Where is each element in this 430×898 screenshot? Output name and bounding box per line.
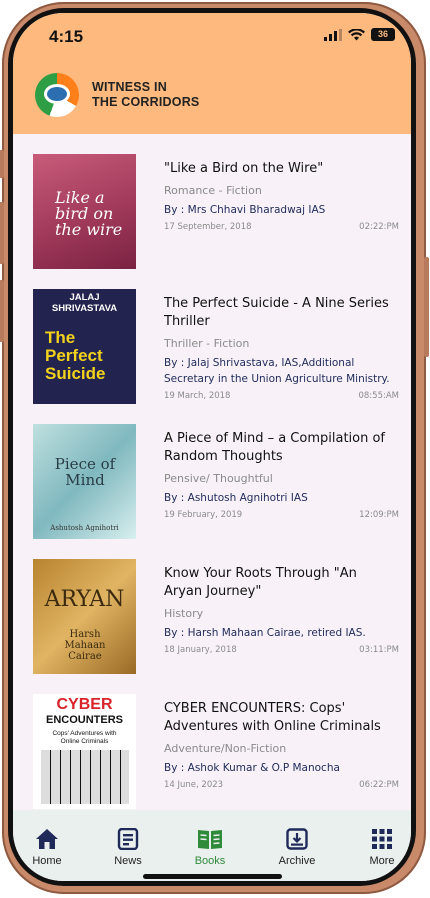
app-brand: WITNESS IN THE CORRIDORS [92, 80, 199, 110]
book-title[interactable]: Know Your Roots Through "An Aryan Journe… [164, 565, 399, 601]
cover-author: Ashutosh Agnihotri [50, 524, 119, 532]
status-icons: 36 [324, 28, 395, 41]
cover-title: Piece of Mind [54, 455, 116, 489]
book-info: A Piece of Mind – a Compilation of Rando… [164, 430, 399, 520]
cover-title: CYBER [56, 696, 113, 713]
bottom-nav: Home News Books Archive More [13, 810, 411, 881]
home-icon [36, 829, 58, 849]
archive-icon [286, 828, 308, 850]
nav-label: More [369, 855, 395, 867]
book-title[interactable]: CYBER ENCOUNTERS: Cops' Adventures with … [164, 700, 399, 736]
book-author: By : Ashok Kumar & O.P Manocha [164, 762, 340, 774]
list-item[interactable]: CYBER ENCOUNTERS Cops' Adventures with O… [13, 674, 411, 809]
nav-home[interactable]: Home [17, 828, 77, 867]
nav-more[interactable]: More [352, 828, 411, 867]
book-info: "Like a Bird on the Wire" Romance - Fict… [164, 160, 399, 232]
brand-line-2: THE CORRIDORS [92, 95, 200, 109]
book-title[interactable]: The Perfect Suicide - A Nine Series Thri… [164, 295, 399, 331]
book-author: By : Harsh Mahaan Cairae, retired IAS. [164, 627, 366, 639]
book-cover[interactable]: ARYAN Harsh Mahaan Cairae [33, 559, 136, 674]
app-header: 4:15 36 WITNESS IN THE CORRIDORS [13, 13, 411, 134]
app-logo[interactable] [35, 73, 79, 117]
book-genre: Adventure/Non-Fiction [164, 742, 287, 755]
book-list: Like a bird on the wire "Like a Bird on … [13, 134, 411, 810]
book-meta: 18 January, 2018 03:11:PM [164, 645, 399, 655]
nav-archive[interactable]: Archive [267, 828, 327, 867]
book-info: Know Your Roots Through "An Aryan Journe… [164, 565, 399, 655]
cover-title: The Perfect Suicide [45, 328, 106, 383]
book-cover[interactable]: JALAJ SHRIVASTAVA The Perfect Suicide [33, 289, 136, 404]
nav-label: Books [194, 855, 226, 867]
power-button [424, 257, 429, 357]
cover-keyboard-art [41, 750, 129, 804]
list-item[interactable]: Piece of Mind Ashutosh Agnihotri A Piece… [13, 404, 411, 539]
list-item[interactable]: ARYAN Harsh Mahaan Cairae Know Your Root… [13, 539, 411, 674]
nav-books[interactable]: Books [180, 828, 240, 867]
book-meta: 17 September, 2018 02:22:PM [164, 222, 399, 232]
book-author: By : Jalaj Shrivastava, IAS,Additional S… [164, 357, 390, 385]
book-genre: History [164, 607, 204, 620]
cover-title: Like a bird on the wire [55, 188, 123, 239]
book-icon [198, 830, 222, 849]
book-title[interactable]: "Like a Bird on the Wire" [164, 160, 399, 178]
brand-line-1: WITNESS IN [92, 80, 167, 94]
volume-up-button [0, 202, 4, 264]
book-cover[interactable]: Like a bird on the wire [33, 154, 136, 269]
book-date: 17 September, 2018 [164, 222, 252, 232]
home-indicator[interactable] [143, 874, 282, 879]
battery-icon: 36 [371, 28, 395, 41]
nav-label: Archive [278, 855, 316, 867]
cover-tagline: Cops' Adventures with Online Criminals [52, 730, 117, 745]
cover-author: Harsh Mahaan Cairae [64, 629, 106, 662]
book-author: By : Ashutosh Agnihotri IAS [164, 492, 308, 504]
nav-news[interactable]: News [98, 828, 158, 867]
book-time: 12:09:PM [359, 510, 399, 520]
list-item[interactable]: Like a bird on the wire "Like a Bird on … [13, 134, 411, 269]
book-genre: Thriller - Fiction [164, 337, 250, 350]
book-author: By : Mrs Chhavi Bharadwaj IAS [164, 204, 326, 216]
book-time: 08:55:AM [358, 391, 399, 401]
book-genre: Pensive/ Thoughtful [164, 472, 273, 485]
book-info: CYBER ENCOUNTERS: Cops' Adventures with … [164, 700, 399, 790]
book-date: 18 January, 2018 [164, 645, 237, 655]
book-meta: 14 June, 2023 06:22:PM [164, 780, 399, 790]
silent-switch [0, 150, 4, 178]
news-icon [117, 828, 139, 850]
cover-title: ARYAN [44, 587, 125, 612]
app-screen: 4:15 36 WITNESS IN THE CORRIDORS Like a … [13, 13, 411, 881]
book-date: 19 March, 2018 [164, 391, 231, 401]
book-cover[interactable]: Piece of Mind Ashutosh Agnihotri [33, 424, 136, 539]
book-info: The Perfect Suicide - A Nine Series Thri… [164, 295, 399, 401]
list-item[interactable]: JALAJ SHRIVASTAVA The Perfect Suicide Th… [13, 269, 411, 404]
book-date: 14 June, 2023 [164, 780, 224, 790]
signal-icon [324, 28, 342, 41]
book-title[interactable]: A Piece of Mind – a Compilation of Rando… [164, 430, 399, 466]
wifi-icon [348, 28, 365, 40]
book-time: 06:22:PM [359, 780, 399, 790]
nav-label: Home [32, 855, 62, 867]
status-time: 4:15 [49, 27, 84, 46]
book-meta: 19 February, 2019 12:09:PM [164, 510, 399, 520]
volume-down-button [0, 280, 4, 342]
cover-subtitle: ENCOUNTERS [45, 714, 123, 726]
grid-icon [372, 829, 392, 849]
book-cover[interactable]: CYBER ENCOUNTERS Cops' Adventures with O… [33, 694, 136, 809]
book-time: 03:11:PM [359, 645, 399, 655]
cover-author: JALAJ SHRIVASTAVA [51, 292, 118, 314]
book-date: 19 February, 2019 [164, 510, 243, 520]
book-genre: Romance - Fiction [164, 184, 262, 197]
nav-label: News [114, 855, 142, 867]
book-time: 02:22:PM [359, 222, 399, 232]
book-meta: 19 March, 2018 08:55:AM [164, 391, 399, 401]
